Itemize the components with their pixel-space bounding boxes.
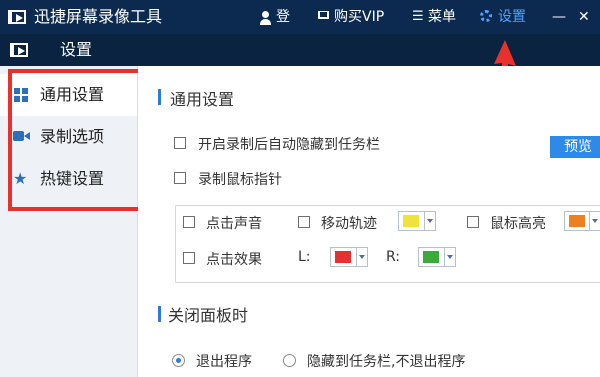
hide-to-taskbar-radio[interactable] <box>283 354 296 367</box>
cart-icon <box>318 11 329 19</box>
left-click-label: L: <box>298 249 311 265</box>
cursor-highlight-color-picker[interactable] <box>564 211 600 231</box>
minimize-button[interactable]: — <box>552 0 566 34</box>
section-marker <box>158 89 161 105</box>
color-swatch <box>423 251 439 263</box>
section-marker <box>158 306 161 322</box>
hide-on-record-label: 开启录制后自动隐藏到任务栏 <box>198 137 380 153</box>
move-track-label: 移动轨迹 <box>321 216 377 232</box>
color-swatch <box>335 251 351 263</box>
hide-on-record-checkbox[interactable] <box>174 137 186 149</box>
window-logo-icon <box>10 43 28 57</box>
annotation-highlight-box <box>8 69 148 211</box>
settings-label: 设置 <box>498 9 526 25</box>
chevron-down-icon <box>589 212 600 230</box>
move-track-color-picker[interactable] <box>398 211 436 231</box>
left-click-color-picker[interactable] <box>330 247 368 267</box>
cursor-highlight-label: 鼠标高亮 <box>490 216 546 232</box>
preview-button[interactable]: 预览 <box>550 136 600 158</box>
menu-label: 菜单 <box>428 9 456 25</box>
click-sound-label: 点击声音 <box>206 216 262 232</box>
click-effect-label: 点击效果 <box>206 252 262 268</box>
move-track-checkbox[interactable] <box>298 216 310 228</box>
app-titlebar: 迅捷屏幕录像工具 登录 购买VIP ☰ 菜单 设置 — ✕ <box>0 0 600 59</box>
color-swatch <box>403 215 419 227</box>
chevron-down-icon <box>424 212 435 230</box>
hide-to-taskbar-label: 隐藏到任务栏,不退出程序 <box>307 354 466 370</box>
app-logo-icon <box>8 10 26 24</box>
click-effect-checkbox[interactable] <box>183 252 195 264</box>
section-title-close-panel: 关闭面板时 <box>168 306 249 325</box>
right-click-color-picker[interactable] <box>418 247 456 267</box>
section-title-general: 通用设置 <box>170 90 235 109</box>
cursor-highlight-checkbox[interactable] <box>467 216 479 228</box>
user-icon <box>262 11 269 18</box>
exit-program-label: 退出程序 <box>196 354 252 370</box>
app-title: 迅捷屏幕录像工具 <box>34 7 163 26</box>
color-swatch <box>569 215 585 227</box>
window-title: 设置 <box>60 40 93 59</box>
buy-vip-label: 购买VIP <box>334 9 385 25</box>
chevron-down-icon <box>356 248 367 266</box>
gear-icon <box>480 10 492 22</box>
record-cursor-label: 录制鼠标指针 <box>198 172 282 188</box>
record-cursor-checkbox[interactable] <box>174 172 186 184</box>
exit-program-radio[interactable] <box>172 354 185 367</box>
click-sound-checkbox[interactable] <box>183 216 195 228</box>
chevron-down-icon <box>444 248 455 266</box>
close-button[interactable]: ✕ <box>578 0 590 34</box>
menu-icon: ☰ <box>412 9 424 24</box>
right-click-label: R: <box>386 249 401 265</box>
